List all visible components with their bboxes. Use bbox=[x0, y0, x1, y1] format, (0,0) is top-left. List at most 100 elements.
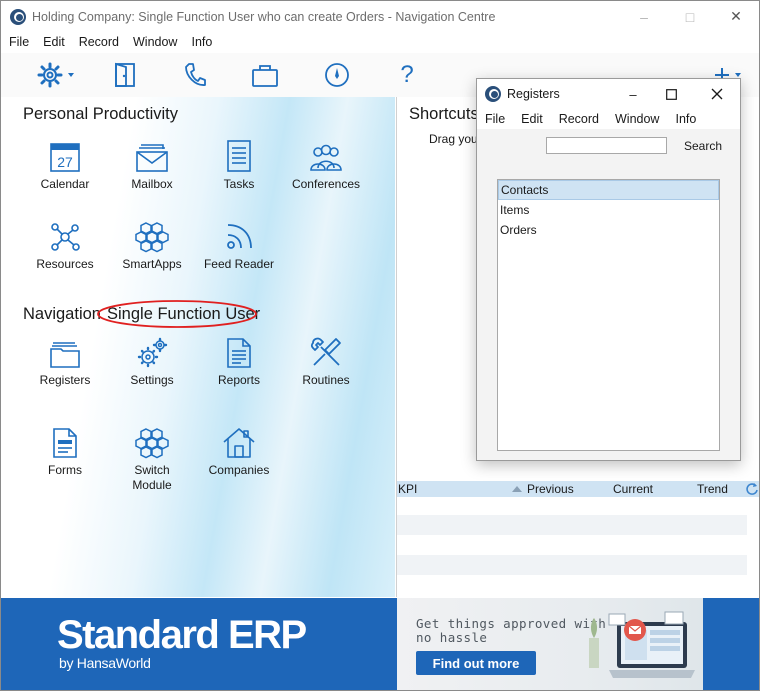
kpi-row bbox=[397, 555, 747, 575]
nav-label: Mailbox bbox=[131, 177, 173, 191]
nav-settings[interactable]: Settings bbox=[108, 331, 196, 388]
reports-icon bbox=[227, 338, 251, 368]
settings-icon bbox=[137, 337, 168, 368]
registers-minimize-button[interactable]: – bbox=[615, 79, 651, 109]
briefcase-icon[interactable] bbox=[249, 61, 281, 89]
nav-label: Resources bbox=[36, 257, 94, 271]
door-icon[interactable] bbox=[109, 61, 141, 89]
refresh-icon[interactable] bbox=[745, 482, 759, 496]
menu-file[interactable]: File bbox=[1, 35, 36, 49]
feed-reader-icon bbox=[227, 224, 252, 249]
registers-title-bar: Registers – bbox=[477, 79, 740, 109]
minimize-button[interactable]: – bbox=[621, 1, 667, 32]
nav-tasks[interactable]: Tasks bbox=[195, 135, 283, 192]
registers-maximize-button[interactable] bbox=[653, 79, 689, 109]
navigation-centre-window: Holding Company: Single Function User wh… bbox=[0, 0, 760, 691]
nav-conferences[interactable]: Conferences bbox=[282, 135, 370, 192]
laptop-illustration-icon bbox=[589, 611, 695, 678]
current-column[interactable]: Current bbox=[613, 482, 653, 496]
resources-icon bbox=[51, 223, 80, 251]
nav-label: Registers bbox=[39, 373, 91, 387]
nav-mailbox[interactable]: Mailbox bbox=[108, 135, 196, 192]
title-bar: Holding Company: Single Function User wh… bbox=[1, 1, 759, 32]
nav-label: Calendar bbox=[40, 177, 90, 191]
nav-feed-reader[interactable]: Feed Reader bbox=[195, 215, 283, 272]
smartapps-icon bbox=[135, 222, 169, 253]
kpi-row bbox=[397, 515, 747, 535]
registers-menu-bar: File Edit Record Window Info bbox=[477, 109, 740, 129]
menu-bar: File Edit Record Window Info bbox=[1, 32, 219, 52]
nav-label: Routines bbox=[302, 373, 350, 387]
find-out-more-button[interactable]: Find out more bbox=[416, 651, 536, 675]
window-title: Holding Company: Single Function User wh… bbox=[32, 9, 496, 24]
nav-resources[interactable]: Resources bbox=[21, 215, 109, 272]
nav-label: Companies bbox=[208, 463, 270, 477]
registers-menu-record[interactable]: Record bbox=[551, 112, 607, 126]
nav-label: Tasks bbox=[223, 177, 255, 191]
list-item-orders[interactable]: Orders bbox=[498, 220, 719, 240]
trend-column[interactable]: Trend bbox=[697, 482, 728, 496]
mailbox-icon bbox=[136, 144, 168, 172]
highlight-ring bbox=[97, 300, 257, 328]
nav-label: Forms bbox=[48, 463, 82, 477]
menu-record[interactable]: Record bbox=[72, 35, 126, 49]
nav-companies[interactable]: Companies bbox=[195, 421, 283, 478]
registers-window: Registers – File Edit Record Window Info… bbox=[476, 78, 741, 461]
nav-routines[interactable]: Routines bbox=[282, 331, 370, 388]
nav-label: Switch Module bbox=[132, 463, 172, 492]
nav-reports[interactable]: Reports bbox=[195, 331, 283, 388]
registers-list: Contacts Items Orders bbox=[497, 179, 720, 451]
list-item-contacts[interactable]: Contacts bbox=[498, 180, 719, 200]
banner: Standard ERP by HansaWorld Get things ap… bbox=[1, 598, 759, 690]
nav-calendar[interactable]: 27 Calendar bbox=[21, 135, 109, 192]
routines-icon bbox=[310, 337, 341, 366]
calendar-icon: 27 bbox=[50, 143, 80, 172]
sort-asc-icon bbox=[512, 486, 522, 492]
registers-search-input[interactable] bbox=[546, 137, 667, 154]
phone-icon[interactable] bbox=[179, 61, 211, 89]
compass-icon[interactable] bbox=[321, 61, 353, 89]
gear-icon[interactable] bbox=[35, 61, 79, 89]
promo-text: Get things approved with no hassle bbox=[416, 616, 607, 645]
registers-menu-edit[interactable]: Edit bbox=[513, 112, 551, 126]
previous-column[interactable]: Previous bbox=[527, 482, 574, 496]
nav-forms[interactable]: Forms bbox=[21, 421, 109, 478]
list-item-items[interactable]: Items bbox=[498, 200, 719, 220]
brand-sub: by HansaWorld bbox=[59, 655, 151, 671]
registers-title: Registers bbox=[507, 87, 560, 101]
registers-menu-info[interactable]: Info bbox=[667, 112, 704, 126]
app-logo-icon bbox=[485, 86, 501, 102]
app-logo-icon bbox=[10, 8, 26, 25]
kpi-column[interactable]: KPI bbox=[398, 482, 417, 496]
tasks-icon bbox=[227, 140, 251, 172]
switch-module-icon bbox=[135, 428, 169, 459]
nav-label: Feed Reader bbox=[203, 257, 275, 271]
nav-smartapps[interactable]: SmartApps bbox=[108, 215, 196, 272]
menu-info[interactable]: Info bbox=[184, 35, 219, 49]
kpi-header: KPI Previous Current Trend bbox=[397, 481, 759, 497]
registers-icon bbox=[50, 342, 80, 368]
nav-switch-module[interactable]: Switch Module bbox=[108, 421, 196, 493]
nav-label: Reports bbox=[217, 373, 261, 387]
navigation-title: Navigation bbox=[23, 305, 101, 323]
menu-edit[interactable]: Edit bbox=[36, 35, 72, 49]
menu-window[interactable]: Window bbox=[126, 35, 184, 49]
registers-close-button[interactable] bbox=[699, 79, 735, 109]
navigation-panel: Personal Productivity 27 Calendar Mailbo… bbox=[1, 97, 395, 597]
shortcuts-hint: Drag your bbox=[429, 132, 482, 146]
promo-panel: Get things approved with no hassle Find … bbox=[397, 598, 703, 690]
help-icon[interactable]: ? bbox=[391, 61, 423, 89]
nav-label: Conferences bbox=[291, 177, 361, 191]
nav-label: SmartApps bbox=[122, 257, 182, 271]
close-button[interactable]: ✕ bbox=[713, 1, 759, 32]
nav-registers[interactable]: Registers bbox=[21, 331, 109, 388]
registers-menu-window[interactable]: Window bbox=[607, 112, 667, 126]
registers-search-button[interactable]: Search bbox=[684, 139, 722, 153]
maximize-button[interactable]: □ bbox=[667, 1, 713, 32]
forms-icon bbox=[53, 428, 77, 458]
registers-menu-file[interactable]: File bbox=[477, 112, 513, 126]
nav-label: Settings bbox=[130, 373, 174, 387]
brand-logo: Standard ERP bbox=[57, 613, 307, 657]
svg-text:27: 27 bbox=[57, 154, 73, 170]
shortcuts-title: Shortcuts bbox=[409, 105, 479, 123]
